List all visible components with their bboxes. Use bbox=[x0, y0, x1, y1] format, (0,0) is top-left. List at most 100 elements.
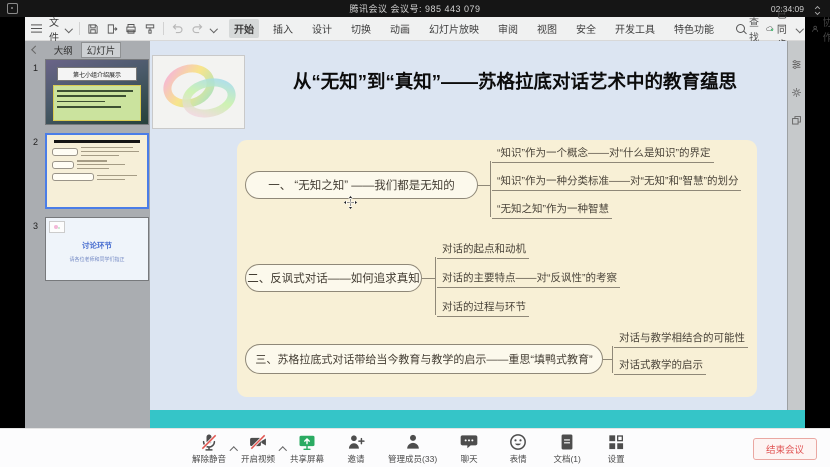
tab-security[interactable]: 安全 bbox=[571, 19, 601, 38]
slide-title: 从“无知”到“真知”——苏格拉底对话艺术中的教育蕴思 bbox=[246, 68, 784, 94]
slide3-subtitle: 请各位老师和同学们指正 bbox=[46, 256, 148, 263]
animation-pane-icon[interactable] bbox=[791, 57, 802, 75]
settings-button[interactable]: 设置 bbox=[599, 432, 633, 465]
branch2-node[interactable]: 二、反讽式对话——如何追求真知 bbox=[245, 264, 422, 292]
invite-icon bbox=[346, 432, 366, 452]
branch3-child1[interactable]: 对话与教学相结合的可能性 bbox=[614, 330, 748, 348]
branch1-child1[interactable]: “知识”作为一个概念——对“什么是知识”的界定 bbox=[492, 145, 714, 163]
find-button[interactable]: 查找 bbox=[736, 14, 759, 44]
control-buttons: 解除静音 开启视频 共享屏幕 bbox=[192, 432, 633, 465]
tab-animation[interactable]: 动画 bbox=[385, 19, 415, 38]
slide1-number: 1 bbox=[33, 63, 38, 73]
tab-outline[interactable]: 大纲 bbox=[54, 43, 73, 57]
mouse-move-cursor bbox=[343, 195, 358, 215]
slide-thumbnail-panel: 大纲 幻灯片 1 第七小组介绍展示 2 bbox=[25, 41, 150, 428]
branch2-child3[interactable]: 对话的过程与环节 bbox=[437, 299, 529, 317]
branch3-node[interactable]: 三、苏格拉底式对话带给当今教育与教学的启示——重思“填鸭式教育” bbox=[245, 344, 603, 374]
hamburger-menu-icon[interactable] bbox=[31, 28, 42, 30]
slide2-number: 2 bbox=[33, 137, 38, 147]
branch3-child2[interactable]: 对话式教学的启示 bbox=[614, 357, 706, 375]
chat-button[interactable]: 聊天 bbox=[452, 432, 486, 465]
divider bbox=[79, 22, 80, 35]
emoji-icon bbox=[508, 432, 528, 452]
school-logo bbox=[152, 55, 245, 129]
slide3-title: 讨论环节 bbox=[46, 240, 148, 251]
ribbon-tabs: 开始 插入 设计 切换 动画 幻灯片放映 审阅 视图 安全 开发工具 特色功能 bbox=[229, 19, 719, 38]
document-icon bbox=[557, 432, 577, 452]
text-line bbox=[57, 106, 121, 108]
wps-toolbar: 文件 开始 插入 bbox=[25, 17, 805, 41]
tab-devtools[interactable]: 开发工具 bbox=[610, 19, 660, 38]
connector-line bbox=[603, 359, 612, 360]
slide3-thumbnail[interactable]: 讨论环节 请各位老师和同学们指正 bbox=[45, 217, 149, 281]
divider bbox=[163, 22, 164, 35]
text-line bbox=[57, 90, 133, 92]
export-icon[interactable] bbox=[106, 23, 118, 35]
slide1-thumbnail[interactable]: 第七小组介绍展示 bbox=[45, 59, 149, 125]
tab-slides[interactable]: 幻灯片 bbox=[81, 42, 122, 58]
mini-logo bbox=[49, 221, 65, 233]
manage-members-button[interactable]: 管理成员(33) bbox=[388, 432, 437, 465]
tab-design[interactable]: 设计 bbox=[307, 19, 337, 38]
collapse-panel-icon[interactable] bbox=[32, 46, 40, 54]
slide2-thumbnail-selected[interactable] bbox=[45, 133, 149, 209]
file-menu[interactable]: 文件 bbox=[49, 14, 59, 44]
save-icon[interactable] bbox=[87, 23, 99, 35]
tab-home[interactable]: 开始 bbox=[229, 19, 259, 38]
meeting-title: 腾讯会议 会议号: 985 443 079 bbox=[0, 2, 830, 15]
mini-title-bar bbox=[54, 140, 140, 143]
meeting-control-bar: 解除静音 开启视频 共享屏幕 bbox=[0, 428, 830, 467]
connector-line bbox=[612, 346, 613, 373]
branch1-child3[interactable]: “无知之知”作为一种智慧 bbox=[492, 201, 612, 219]
text-line bbox=[57, 95, 126, 97]
branch1-child2[interactable]: “知识”作为一种分类标准——对“无知”和“智慧”的划分 bbox=[492, 173, 741, 191]
file-menu-chevron-icon[interactable] bbox=[65, 25, 73, 33]
unmute-button[interactable]: 解除静音 bbox=[192, 432, 226, 465]
camera-off-icon bbox=[248, 432, 268, 452]
undo-icon[interactable] bbox=[171, 22, 184, 35]
connector-line bbox=[490, 161, 491, 217]
tab-transition[interactable]: 切换 bbox=[346, 19, 376, 38]
emoji-button[interactable]: 表情 bbox=[501, 432, 535, 465]
text-line bbox=[57, 101, 105, 103]
sync-chevron-icon bbox=[796, 25, 804, 33]
start-video-button[interactable]: 开启视频 bbox=[241, 432, 275, 465]
branch2-child1[interactable]: 对话的起点和动机 bbox=[437, 241, 529, 259]
invite-button[interactable]: 邀请 bbox=[339, 432, 373, 465]
properties-gear-icon[interactable] bbox=[791, 85, 802, 103]
mini-branch bbox=[52, 147, 147, 156]
shared-screen-area: 文件 开始 插入 bbox=[0, 17, 830, 428]
print-icon[interactable] bbox=[125, 23, 137, 35]
cloud-sync-icon bbox=[766, 23, 774, 34]
chat-icon bbox=[459, 432, 479, 452]
collab-button[interactable]: 协作 bbox=[811, 14, 830, 44]
settings-grid-icon bbox=[606, 432, 626, 452]
tab-insert[interactable]: 插入 bbox=[268, 19, 298, 38]
members-icon bbox=[403, 432, 423, 452]
tab-slideshow[interactable]: 幻灯片放映 bbox=[424, 19, 484, 38]
branch1-node[interactable]: 一、 “无知之知” ——我们都是无知的 bbox=[245, 171, 478, 199]
branch2-child2[interactable]: 对话的主要特点——对“反讽性”的考察 bbox=[437, 270, 620, 288]
format-painter-icon[interactable] bbox=[144, 23, 156, 35]
slide-canvas[interactable]: 从“无知”到“真知”——苏格拉底对话艺术中的教育蕴思 一、 “无知之知” ——我… bbox=[150, 41, 787, 410]
mic-options-caret[interactable] bbox=[231, 440, 237, 458]
screen: 腾讯会议 会议号: 985 443 079 02:34:09 文件 bbox=[0, 0, 830, 467]
video-options-caret[interactable] bbox=[280, 440, 286, 458]
share-screen-button[interactable]: 共享屏幕 bbox=[290, 432, 324, 465]
search-icon bbox=[736, 24, 745, 33]
tab-features[interactable]: 特色功能 bbox=[669, 19, 719, 38]
connector-line bbox=[478, 185, 490, 186]
end-meeting-button[interactable]: 结束会议 bbox=[753, 438, 817, 460]
toolbar-more-chevron-icon[interactable] bbox=[209, 25, 217, 33]
slide3-number: 3 bbox=[33, 221, 38, 231]
tab-review[interactable]: 审阅 bbox=[493, 19, 523, 38]
panel-tabs: 大纲 幻灯片 bbox=[25, 41, 150, 58]
redo-icon[interactable] bbox=[191, 22, 204, 35]
mini-branch bbox=[52, 160, 147, 169]
tab-view[interactable]: 视图 bbox=[532, 19, 562, 38]
mini-branch bbox=[52, 173, 147, 181]
mic-muted-icon bbox=[199, 432, 219, 452]
docs-button[interactable]: 文档(1) bbox=[550, 432, 584, 465]
wps-status-bar bbox=[150, 410, 805, 428]
selection-pane-icon[interactable] bbox=[791, 113, 802, 131]
